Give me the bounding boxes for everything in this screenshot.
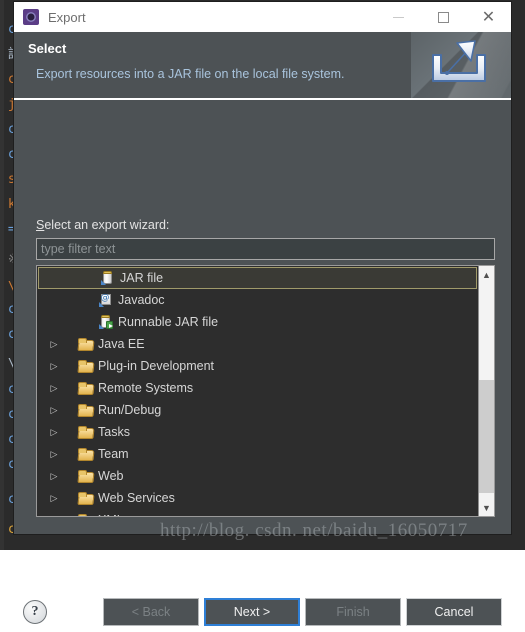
tree-item-plug-in-development[interactable]: ▷ Plug-in Development <box>37 355 478 377</box>
button-bar-separator <box>14 562 511 564</box>
tree-label-rest: elect an export wizard: <box>44 218 169 232</box>
tree-item-tasks[interactable]: ▷ Tasks <box>37 421 478 443</box>
tree-item-remote-systems[interactable]: ▷ Remote Systems <box>37 377 478 399</box>
chevron-right-icon[interactable]: ▷ <box>47 340 61 349</box>
page-title: Select <box>28 41 66 56</box>
chevron-right-icon[interactable]: ▷ <box>47 450 61 459</box>
tree-item-label: Plug-in Development <box>95 359 214 373</box>
maximize-icon[interactable] <box>421 2 466 32</box>
tree-item-label: Runnable JAR file <box>115 315 218 329</box>
folder-icon <box>75 404 95 416</box>
finish-button-label: Finish <box>336 605 369 619</box>
scrollbar-track[interactable] <box>479 283 494 499</box>
back-button[interactable]: < Back <box>103 598 199 626</box>
folder-icon <box>75 382 95 394</box>
chevron-up-icon[interactable]: ▲ <box>479 266 494 283</box>
back-button-label: < Back <box>132 605 171 619</box>
page-description: Export resources into a JAR file on the … <box>36 67 344 81</box>
cancel-button[interactable]: Cancel <box>406 598 502 626</box>
tree-item-xml[interactable]: ▷ XML <box>37 509 478 516</box>
tree-item-javadoc[interactable]: @ Javadoc <box>37 289 478 311</box>
button-bar: < Back Next > Finish Cancel <box>103 598 502 626</box>
filter-input[interactable] <box>36 238 495 260</box>
chevron-right-icon[interactable]: ▷ <box>47 384 61 393</box>
folder-icon <box>75 514 95 516</box>
tree-scrollbar[interactable]: ▲ ▼ <box>478 266 494 516</box>
help-button[interactable]: ? <box>23 600 47 624</box>
next-button[interactable]: Next > <box>204 598 300 626</box>
dialog-content: Select an export wizard: JAR file @ <box>14 100 511 632</box>
tree-item-java-ee[interactable]: ▷ Java EE <box>37 333 478 355</box>
tree-item-team[interactable]: ▷ Team <box>37 443 478 465</box>
folder-icon <box>75 492 95 504</box>
jar-file-icon <box>97 271 117 285</box>
chevron-right-icon[interactable]: ▷ <box>47 406 61 415</box>
folder-icon <box>75 360 95 372</box>
dialog-title: Export <box>48 10 86 25</box>
folder-icon <box>75 470 95 482</box>
export-wizard-tree[interactable]: JAR file @ Javadoc Runnable JAR file <box>36 265 495 517</box>
tree-item-label: Web Services <box>95 491 175 505</box>
cancel-button-label: Cancel <box>435 605 474 619</box>
tree-item-label: Run/Debug <box>95 403 161 417</box>
chevron-right-icon[interactable]: ▷ <box>47 472 61 481</box>
tree-item-web-services[interactable]: ▷ Web Services <box>37 487 478 509</box>
chevron-down-icon[interactable]: ▼ <box>479 499 494 516</box>
tree-item-label: Web <box>95 469 123 483</box>
tree-item-label: JAR file <box>117 271 163 285</box>
tree-item-list[interactable]: JAR file @ Javadoc Runnable JAR file <box>37 266 478 516</box>
tree-item-run-debug[interactable]: ▷ Run/Debug <box>37 399 478 421</box>
eclipse-icon <box>23 9 39 25</box>
tree-item-web[interactable]: ▷ Web <box>37 465 478 487</box>
tree-item-runnable-jar-file[interactable]: Runnable JAR file <box>37 311 478 333</box>
tree-item-jar-file[interactable]: JAR file <box>38 267 477 289</box>
javadoc-icon: @ <box>95 293 115 307</box>
chevron-right-icon[interactable]: ▷ <box>47 362 61 371</box>
next-button-label: Next > <box>234 605 270 619</box>
runnable-jar-file-icon <box>95 315 115 329</box>
chevron-right-icon[interactable]: ▷ <box>47 494 61 503</box>
export-dialog: Export ✕ Select Export resources into a … <box>14 2 511 534</box>
tree-item-label: Tasks <box>95 425 130 439</box>
tree-item-label: Java EE <box>95 337 145 351</box>
dialog-titlebar[interactable]: Export ✕ <box>14 2 511 32</box>
chevron-right-icon[interactable]: ▷ <box>47 516 61 517</box>
chevron-right-icon[interactable]: ▷ <box>47 428 61 437</box>
folder-icon <box>75 426 95 438</box>
finish-button[interactable]: Finish <box>305 598 401 626</box>
folder-icon <box>75 338 95 350</box>
minimize-icon[interactable] <box>376 2 421 32</box>
tree-item-label: Team <box>95 447 129 461</box>
tree-item-label: Remote Systems <box>95 381 193 395</box>
export-arrow-icon <box>411 32 511 98</box>
scrollbar-thumb[interactable] <box>479 380 494 492</box>
tree-item-label: XML <box>95 513 124 516</box>
dialog-header: Select Export resources into a JAR file … <box>14 32 511 100</box>
folder-icon <box>75 448 95 460</box>
tree-label: Select an export wizard: <box>36 218 169 232</box>
window-controls: ✕ <box>376 2 511 32</box>
close-icon[interactable]: ✕ <box>466 2 511 32</box>
tree-item-label: Javadoc <box>115 293 165 307</box>
